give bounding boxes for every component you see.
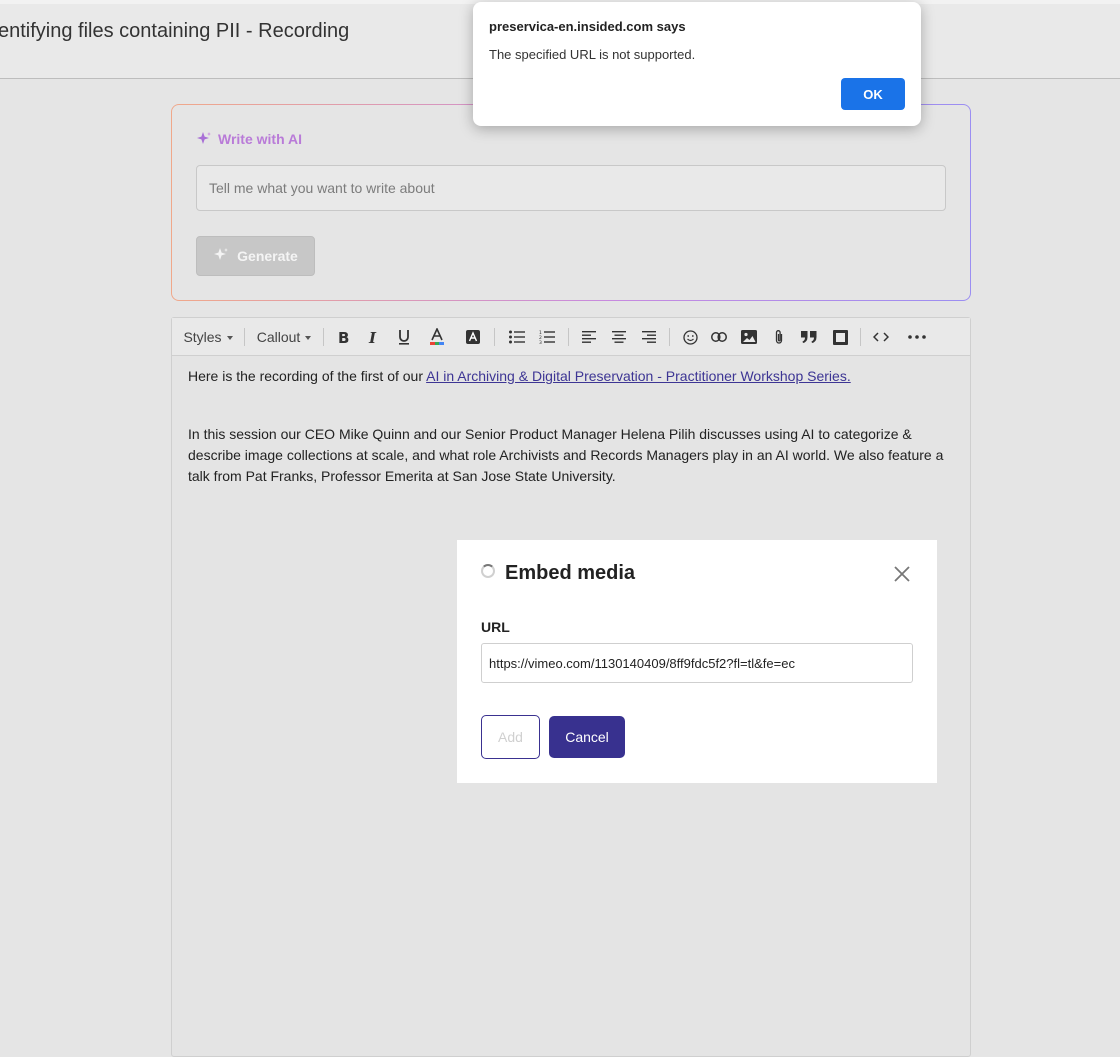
bulleted-list-icon[interactable] bbox=[506, 318, 528, 356]
cancel-button[interactable]: Cancel bbox=[549, 716, 625, 758]
loading-spinner-icon bbox=[481, 564, 495, 578]
generate-button[interactable]: Generate bbox=[196, 236, 315, 276]
toolbar-divider bbox=[494, 328, 495, 346]
numbered-list-icon[interactable]: 123 bbox=[536, 318, 558, 356]
more-icon[interactable] bbox=[906, 318, 928, 356]
page-title: entifying files containing PII - Recordi… bbox=[0, 20, 350, 42]
svg-text:B: B bbox=[338, 329, 349, 345]
callout-label: Callout bbox=[256, 329, 301, 345]
content-paragraph: Here is the recording of the first of ou… bbox=[188, 366, 953, 387]
styles-label: Styles bbox=[183, 329, 222, 345]
underline-icon[interactable] bbox=[394, 318, 414, 356]
content-paragraph: In this session our CEO Mike Quinn and o… bbox=[188, 426, 944, 484]
code-icon[interactable] bbox=[870, 318, 892, 356]
toolbar-divider bbox=[568, 328, 569, 346]
embed-icon[interactable] bbox=[830, 318, 850, 356]
url-input[interactable] bbox=[481, 643, 913, 683]
bold-icon[interactable]: B bbox=[334, 318, 354, 356]
close-icon[interactable] bbox=[892, 564, 912, 584]
link-icon[interactable] bbox=[709, 318, 729, 356]
ok-button[interactable]: OK bbox=[841, 78, 905, 110]
caret-down-icon bbox=[226, 336, 233, 340]
toolbar-divider bbox=[244, 328, 245, 346]
styles-dropdown[interactable]: Styles bbox=[182, 318, 234, 356]
ai-writer-panel: Write with AI Generate bbox=[171, 104, 971, 301]
toolbar-divider bbox=[860, 328, 861, 346]
callout-dropdown[interactable]: Callout bbox=[256, 318, 312, 356]
quote-icon[interactable] bbox=[799, 318, 819, 356]
align-right-icon[interactable] bbox=[639, 318, 659, 356]
align-center-icon[interactable] bbox=[609, 318, 629, 356]
highlight-icon[interactable] bbox=[463, 318, 483, 356]
editor-content[interactable]: Here is the recording of the first of ou… bbox=[188, 366, 953, 524]
attachment-icon[interactable] bbox=[769, 318, 789, 356]
svg-text:I: I bbox=[368, 329, 377, 345]
align-left-icon[interactable] bbox=[579, 318, 599, 356]
toolbar-divider bbox=[669, 328, 670, 346]
svg-text:3: 3 bbox=[539, 340, 542, 344]
dialog-title: Embed media bbox=[505, 562, 636, 584]
url-label: URL bbox=[481, 619, 510, 635]
workshop-series-link[interactable]: AI in Archiving & Digital Preservation -… bbox=[426, 368, 851, 384]
editor-toolbar: Styles Callout B I 123 bbox=[172, 318, 970, 356]
alert-title: preservica-en.insided.com says bbox=[489, 19, 686, 34]
sparkle-icon bbox=[196, 131, 212, 147]
text-color-icon[interactable] bbox=[427, 318, 447, 356]
add-button[interactable]: Add bbox=[481, 715, 540, 759]
caret-down-icon bbox=[305, 336, 312, 340]
generate-label: Generate bbox=[237, 248, 298, 264]
emoji-icon[interactable] bbox=[680, 318, 700, 356]
ai-prompt-input[interactable] bbox=[196, 165, 946, 211]
ai-writer-header: Write with AI bbox=[196, 131, 302, 147]
intro-text: Here is the recording of the first of ou… bbox=[188, 368, 427, 384]
toolbar-divider bbox=[323, 328, 324, 346]
browser-alert-dialog: preservica-en.insided.com says The speci… bbox=[473, 2, 921, 126]
embed-media-dialog: Embed media URL Add Cancel bbox=[457, 540, 937, 783]
italic-icon[interactable]: I bbox=[364, 318, 384, 356]
ai-writer-title: Write with AI bbox=[218, 131, 302, 147]
image-icon[interactable] bbox=[739, 318, 759, 356]
sparkle-icon bbox=[213, 247, 229, 266]
alert-message: The specified URL is not supported. bbox=[489, 47, 696, 62]
